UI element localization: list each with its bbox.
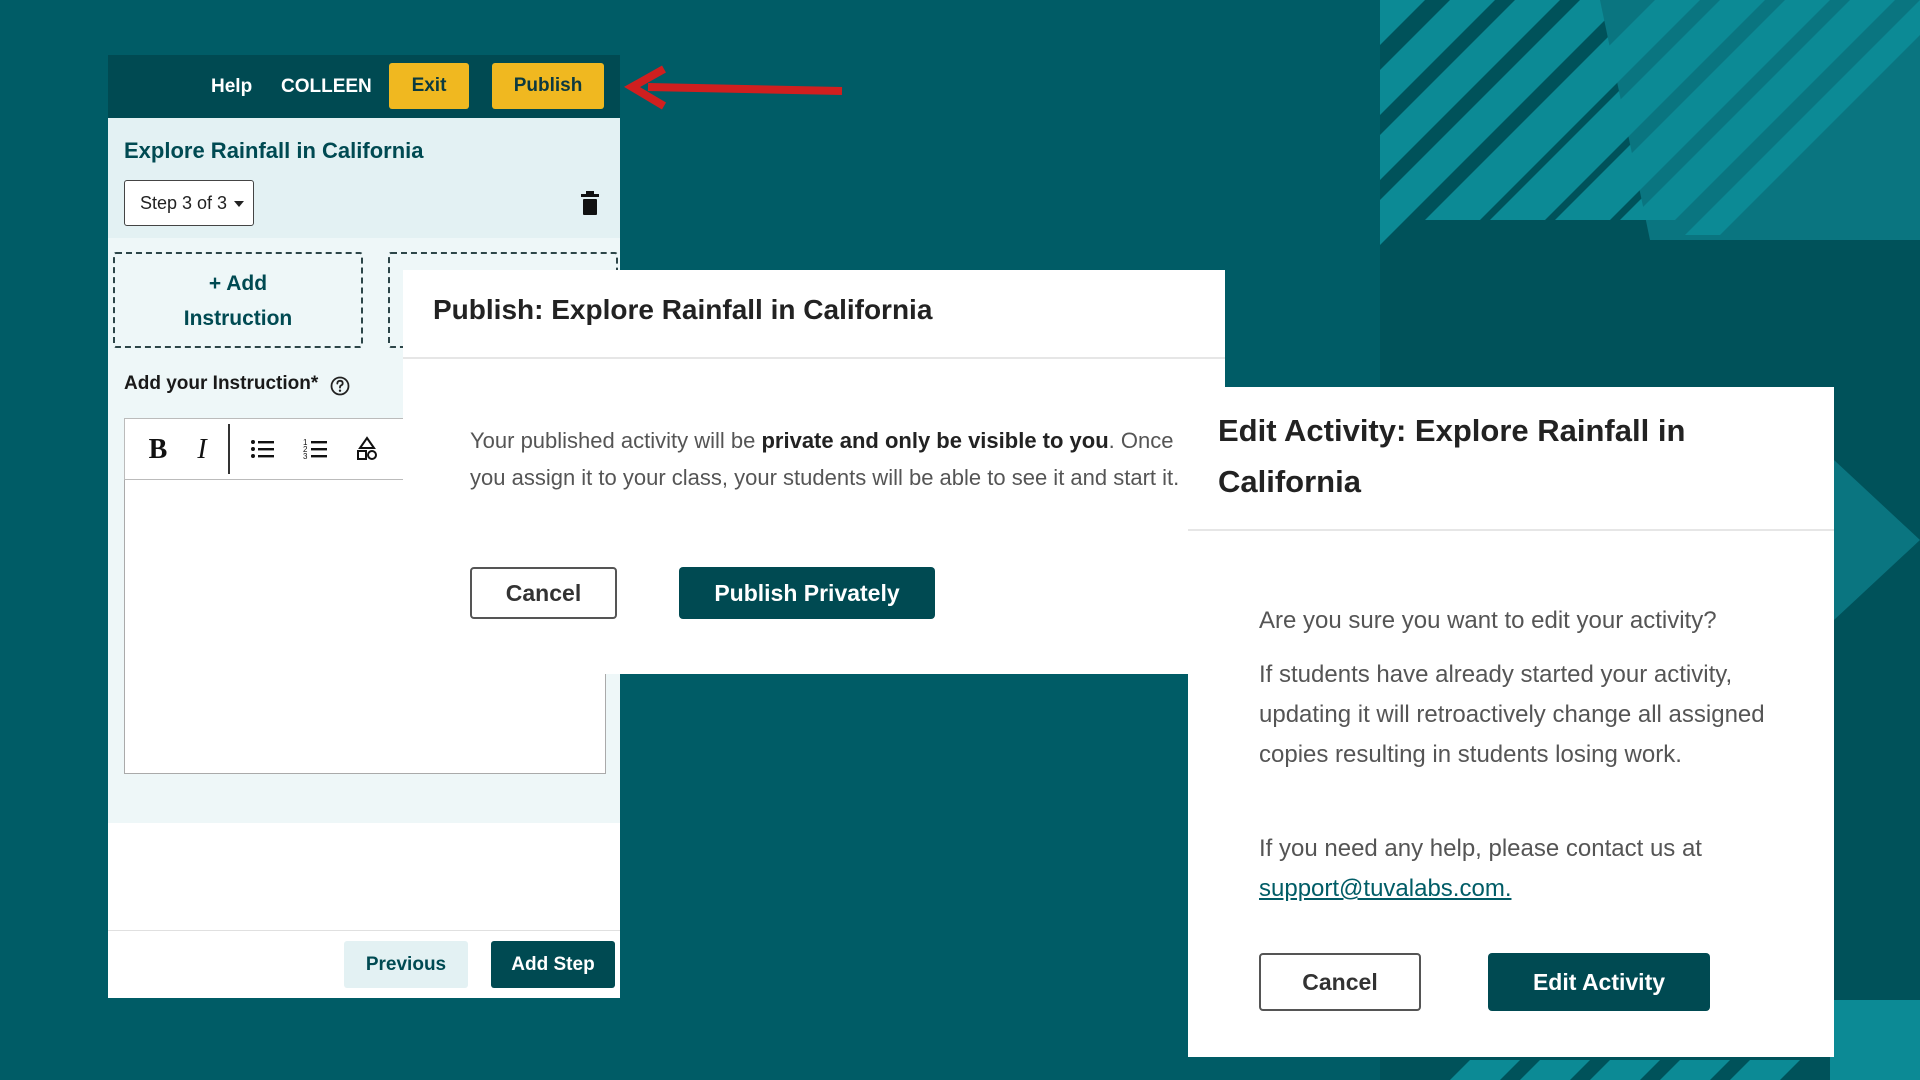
edit-activity-button[interactable]: Edit Activity xyxy=(1488,953,1710,1011)
bold-icon[interactable]: B xyxy=(138,429,178,469)
edit-dialog-title: Edit Activity: Explore Rainfall in Calif… xyxy=(1218,413,1686,499)
add-instruction-button[interactable]: + Add Instruction xyxy=(113,252,363,348)
edit-cancel-button[interactable]: Cancel xyxy=(1259,953,1421,1011)
add-instruction-line1: + Add xyxy=(208,272,268,295)
user-menu[interactable]: COLLEEN xyxy=(281,76,372,98)
italic-icon[interactable]: I xyxy=(182,429,222,469)
edit-activity-dialog: Edit Activity: Explore Rainfall in Calif… xyxy=(1188,387,1834,1057)
bullet-list-icon[interactable] xyxy=(242,429,282,469)
red-arrow-annotation xyxy=(624,65,843,110)
help-icon[interactable] xyxy=(330,376,350,396)
edit-dialog-divider xyxy=(1188,529,1834,531)
publish-dialog-title: Publish: Explore Rainfall in California xyxy=(433,294,933,325)
publish-dialog-divider xyxy=(403,357,1225,359)
svg-text:B: B xyxy=(149,434,168,465)
edit-dialog-question: Are you sure you want to edit your activ… xyxy=(1259,607,1717,634)
instruction-label: Add your Instruction* xyxy=(124,373,319,394)
svg-text:I: I xyxy=(196,434,208,465)
publish-dialog: Publish: Explore Rainfall in California … xyxy=(403,270,1225,674)
toolbar-divider xyxy=(228,424,230,474)
shapes-icon[interactable] xyxy=(347,429,387,469)
publish-button[interactable]: Publish xyxy=(492,63,604,109)
step-select[interactable]: Step 3 of 3 xyxy=(124,180,254,226)
edit-dialog-help: If you need any help, please contact us … xyxy=(1259,835,1702,902)
editor-footer: Previous Add Step xyxy=(108,930,620,998)
previous-button[interactable]: Previous xyxy=(344,941,468,988)
trash-icon[interactable] xyxy=(580,191,600,215)
publish-privately-button[interactable]: Publish Privately xyxy=(679,567,935,619)
edit-dialog-warning: If students have already started your ac… xyxy=(1259,661,1765,768)
exit-button[interactable]: Exit xyxy=(389,63,469,109)
chevron-down-icon xyxy=(234,201,244,207)
step-select-value: Step 3 of 3 xyxy=(140,193,228,213)
numbered-list-icon[interactable]: 1 2 3 xyxy=(295,429,335,469)
activity-title: Explore Rainfall in California xyxy=(124,138,424,163)
add-instruction-line2: Instruction xyxy=(183,307,293,330)
help-link[interactable]: Help xyxy=(211,76,252,98)
publish-cancel-button[interactable]: Cancel xyxy=(470,567,617,619)
support-email-link[interactable]: support@tuvalabs.com. xyxy=(1259,875,1511,902)
editor-topbar: Help COLLEEN Exit Publish xyxy=(108,55,620,118)
svg-text:3: 3 xyxy=(303,452,308,461)
add-step-button[interactable]: Add Step xyxy=(491,941,615,988)
publish-dialog-message: Your published activity will be private … xyxy=(470,428,1180,490)
